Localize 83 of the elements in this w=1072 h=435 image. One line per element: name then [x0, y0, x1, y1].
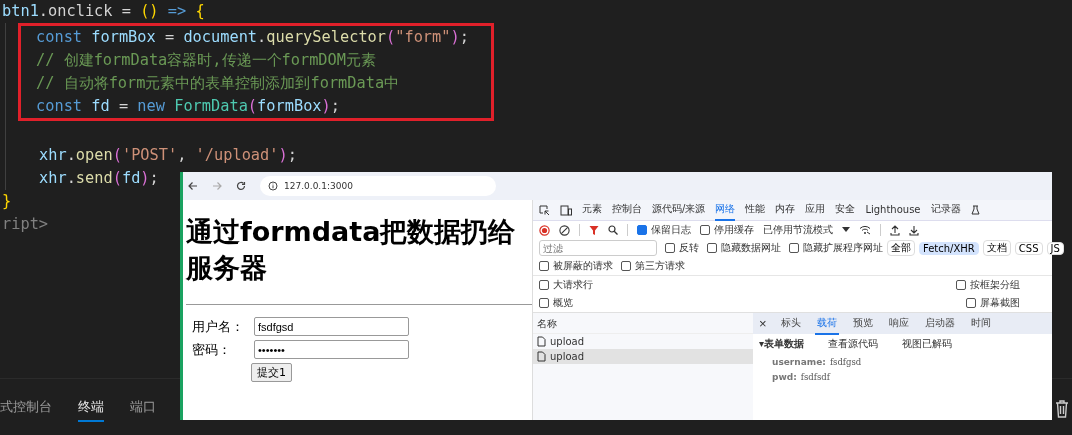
filter-icon[interactable]	[589, 224, 599, 236]
code-line: // 自动将form元素中的表单控制添加到formData中	[18, 72, 494, 95]
checkbox-option[interactable]: 隐藏数据网址	[707, 241, 781, 255]
close-button[interactable]: ×	[759, 316, 767, 331]
panel-tab[interactable]: 终端	[78, 392, 104, 422]
checkbox-option[interactable]: 隐藏扩展程序网址	[789, 241, 883, 255]
devtools-tab[interactable]: 网络	[715, 199, 736, 221]
caret-icon[interactable]	[842, 227, 850, 233]
upload-icon[interactable]	[890, 224, 900, 236]
devtools-tab[interactable]: 安全	[835, 199, 856, 221]
back-icon[interactable]	[188, 181, 198, 191]
devtools-tab[interactable]: Lighthouse	[865, 200, 921, 220]
column-header: 名称	[533, 313, 753, 334]
checkbox-option[interactable]: 停用缓存	[700, 223, 754, 237]
filter-field[interactable]: 过滤	[539, 240, 657, 256]
clear-icon[interactable]	[559, 224, 570, 236]
type-filter-chip[interactable]: 文档	[982, 240, 1011, 256]
file-icon	[537, 351, 546, 362]
inspect-icon[interactable]	[539, 204, 550, 216]
checkbox-option[interactable]: 第三方请求	[621, 259, 685, 273]
checkbox-option[interactable]: 反转	[665, 241, 699, 255]
devtools-tab[interactable]: 记录器	[930, 199, 961, 221]
devtools-tab[interactable]: 元素	[582, 199, 602, 221]
file-icon	[537, 336, 546, 347]
details-tab[interactable]: 标头	[778, 312, 803, 335]
field-value: fsdfgsd	[829, 356, 862, 367]
device-icon[interactable]	[560, 204, 572, 216]
request-row[interactable]: upload	[533, 334, 753, 349]
field-key: pwd:	[772, 371, 797, 382]
view-link[interactable]: 视图已解码	[902, 337, 953, 351]
checkbox-option[interactable]: 被屏蔽的请求	[539, 259, 613, 273]
code-line: xhr.send(fd);	[38, 168, 159, 189]
search-icon[interactable]	[608, 225, 618, 235]
request-name: upload	[550, 351, 585, 362]
details-tab[interactable]: 响应	[886, 312, 911, 335]
request-row[interactable]: upload	[533, 349, 753, 364]
input-field[interactable]: fsdfgsd	[254, 317, 409, 336]
code-line: btn1.onclick = () => {	[1, 1, 205, 22]
info-icon[interactable]	[268, 181, 278, 191]
checkbox-option[interactable]: 屏幕截图	[966, 296, 1020, 310]
checkbox-option[interactable]: 大请求行	[539, 278, 593, 292]
field-label: 密码：	[191, 340, 232, 359]
trash-icon[interactable]	[1055, 400, 1069, 418]
code-line: const fd = new FormData(formBox);	[18, 95, 494, 121]
code-line: xhr.open('POST', '/upload');	[38, 145, 297, 166]
details-tab[interactable]: 载荷	[814, 312, 839, 335]
throttle-dropdown[interactable]: 已停用节流模式	[763, 223, 833, 237]
checkbox-option[interactable]: 按框架分组	[956, 278, 1020, 292]
details-tab[interactable]: 预览	[850, 312, 875, 335]
type-filter-chip[interactable]: Fetch/XHR	[919, 241, 979, 255]
record-icon[interactable]	[539, 224, 550, 236]
field-key: username:	[772, 356, 826, 367]
checkbox-option[interactable]: 保留日志	[637, 223, 691, 237]
view-link[interactable]: 查看源代码	[828, 337, 879, 351]
devtools-tab[interactable]: 控制台	[612, 199, 642, 221]
field-label: 用户名：	[191, 317, 245, 336]
address-bar[interactable]: 127.0.0.1:3000	[260, 176, 496, 196]
code-line: ript>	[1, 214, 49, 235]
panel-tab[interactable]: 端口	[130, 392, 156, 422]
wifi-icon[interactable]	[859, 225, 871, 235]
reload-icon[interactable]	[236, 181, 246, 191]
devtools-tab[interactable]: 源代码/来源	[652, 199, 706, 221]
type-filter-chip[interactable]: CSS	[1014, 241, 1043, 255]
code-line: // 创建formData容器时,传递一个formDOM元素	[18, 49, 494, 72]
flask-icon[interactable]	[970, 205, 980, 215]
devtools-tab[interactable]: 应用	[805, 199, 826, 221]
type-filter-chip[interactable]: 全部	[887, 240, 915, 256]
page-heading: 通过formdata把数据扔给服务器	[186, 215, 517, 285]
details-tab[interactable]: 启动器	[922, 312, 957, 335]
code-line: }	[1, 191, 12, 212]
details-tab[interactable]: 时间	[968, 312, 993, 335]
section-title[interactable]: ▾表单数据	[759, 337, 805, 351]
devtools-tab[interactable]: 性能	[745, 199, 766, 221]
field-value: fsdfsdf	[800, 371, 830, 382]
checkbox-option[interactable]: 概览	[539, 296, 573, 310]
devtools-tab[interactable]: 内存	[775, 199, 796, 221]
type-filter-chip[interactable]: JS	[1046, 241, 1064, 255]
submit-button[interactable]: 提交1	[251, 363, 292, 382]
panel-tab[interactable]: 式控制台	[0, 392, 52, 422]
input-field[interactable]: •••••••	[254, 340, 409, 359]
download-icon[interactable]	[909, 224, 919, 236]
code-line: const formBox = document.querySelector("form");	[18, 23, 494, 49]
request-name: upload	[550, 336, 585, 347]
